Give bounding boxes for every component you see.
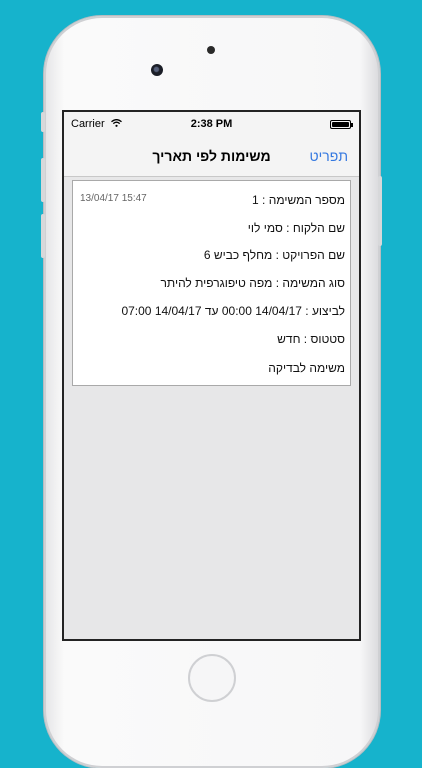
- power-button: [378, 176, 382, 246]
- task-type: סוג המשימה : מפה טיפוגרפית להיתר: [160, 276, 345, 290]
- task-status: סטטוס : חדש: [277, 332, 345, 346]
- task-action[interactable]: משימה לבדיקה: [268, 361, 345, 375]
- task-card[interactable]: 13/04/17 15:47 מספר המשימה : 1 שם הלקוח …: [72, 180, 351, 386]
- status-bar: Carrier 2:38 PM: [64, 112, 359, 136]
- task-timestamp: 13/04/17 15:47: [80, 193, 147, 204]
- clock: 2:38 PM: [190, 118, 233, 130]
- front-camera: [151, 64, 163, 76]
- task-number: מספר המשימה : 1: [252, 193, 345, 207]
- home-button[interactable]: [188, 654, 236, 702]
- task-project: שם הפרויקט : מחלף כביש 6: [203, 248, 345, 262]
- volume-down-button: [41, 214, 45, 258]
- navigation-bar: משימות לפי תאריך תפריט: [64, 136, 359, 177]
- task-customer: שם הלקוח : סמי לוי: [247, 221, 345, 235]
- mute-switch: [41, 112, 45, 132]
- menu-button[interactable]: תפריט: [310, 148, 348, 164]
- task-execution: לביצוע : 14/04/17 00:00 עד 14/04/17 07:0…: [121, 304, 345, 318]
- app-screen: Carrier 2:38 PM משימות לפי תאריך תפריט 1…: [64, 112, 359, 639]
- battery-icon: [330, 120, 353, 129]
- volume-up-button: [41, 158, 45, 202]
- earpiece-speaker: [207, 46, 215, 54]
